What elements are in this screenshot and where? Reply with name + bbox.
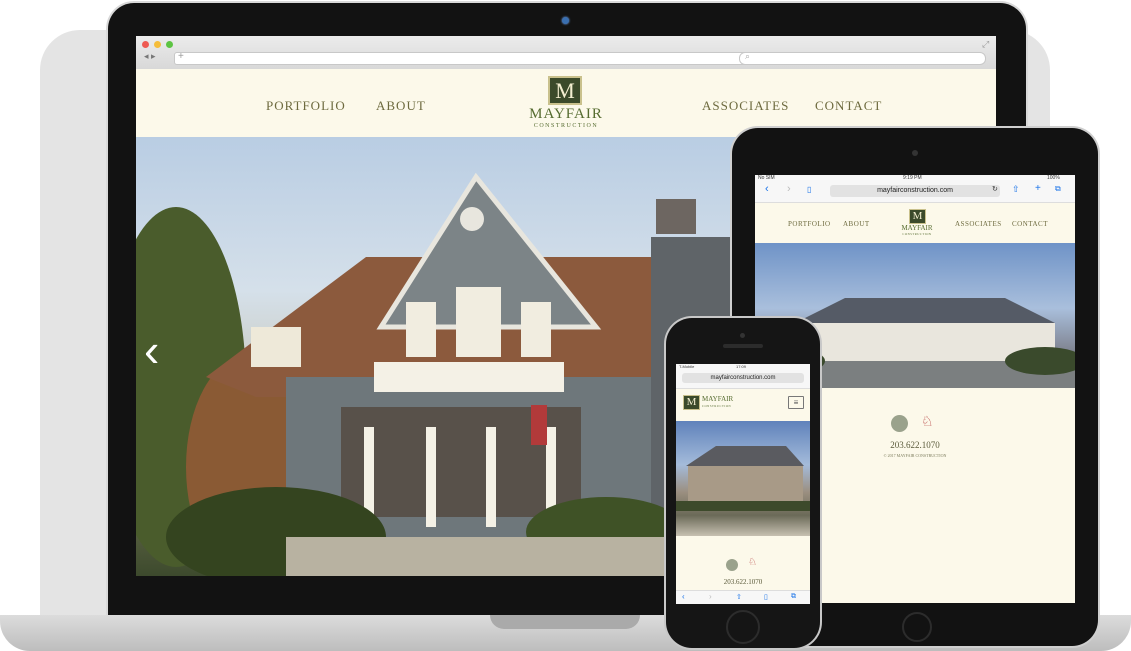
tablet-phone-number[interactable]: 203.622.1070: [855, 440, 975, 450]
phone-forward-icon[interactable]: ›: [709, 592, 712, 601]
new-tab-icon[interactable]: +: [1035, 183, 1041, 194]
phone-seal-icon: [726, 559, 738, 571]
nav-portfolio[interactable]: PORTFOLIO: [266, 98, 346, 114]
tablet-status-time: 9:19 PM: [903, 175, 922, 181]
reload-icon[interactable]: ↻: [992, 185, 998, 193]
tablet-figure-icon: ♘: [921, 413, 934, 429]
phone-screen: T-Mobile 17:09 mayfairconstruction.com M…: [676, 364, 810, 604]
phone-logo-name: MAYFAIR: [702, 395, 734, 403]
tablet-seal-icon: [891, 415, 908, 432]
back-arrow-icon[interactable]: ‹: [765, 183, 769, 195]
nav-associates[interactable]: ASSOCIATES: [702, 98, 789, 114]
phone-logo-mark[interactable]: M: [683, 395, 700, 410]
laptop-notch: [490, 615, 640, 629]
carousel-prev-button[interactable]: ‹: [144, 327, 159, 373]
phone-hero-photo: [676, 421, 810, 536]
back-forward-icon[interactable]: ◂ ▸: [144, 51, 156, 62]
tablet-home-button[interactable]: [902, 612, 932, 642]
nav-contact[interactable]: CONTACT: [815, 98, 882, 114]
share-icon[interactable]: ⇧: [1012, 184, 1020, 195]
phone-safari-bar: T-Mobile 17:09 mayfairconstruction.com: [676, 364, 810, 389]
nav-about[interactable]: ABOUT: [376, 98, 426, 114]
search-icon: ⌕: [745, 51, 751, 61]
tablet-logo-mark[interactable]: M: [909, 209, 926, 224]
search-field[interactable]: ⌕: [739, 51, 986, 65]
logo-mark[interactable]: M: [548, 76, 582, 105]
hamburger-menu-icon[interactable]: ≡: [788, 396, 804, 409]
tablet-logo-name: MAYFAIR: [901, 224, 933, 232]
tablet-address-bar[interactable]: mayfairconstruction.com: [830, 185, 1000, 197]
laptop-camera: [562, 17, 569, 24]
phone-status-time: 17:09: [736, 364, 747, 369]
minimize-window-dot[interactable]: [154, 41, 161, 48]
phone-speaker: [723, 344, 763, 348]
forward-arrow-icon[interactable]: ›: [787, 183, 791, 195]
bookmarks-icon[interactable]: ▯: [807, 185, 811, 194]
tablet-status-battery: 100%: [1047, 175, 1060, 181]
tabs-icon[interactable]: ⧉: [1055, 184, 1061, 194]
maximize-window-dot[interactable]: [166, 41, 173, 48]
tablet-status-carrier: No SIM: [758, 175, 775, 181]
fullscreen-icon[interactable]: ⤢: [982, 39, 989, 50]
phone-phone-number[interactable]: 203.622.1070: [696, 578, 790, 586]
tablet-nav-portfolio[interactable]: PORTFOLIO: [788, 220, 831, 228]
tablet-logo-subtitle: CONSTRUCTION: [902, 232, 932, 236]
phone-house-illustration: [676, 446, 810, 511]
phone-home-button[interactable]: [726, 610, 760, 644]
tablet-camera: [912, 150, 918, 156]
browser-toolbar: ◂ ▸ + ⌕ ⤢: [136, 36, 996, 70]
phone-bottom-toolbar: ‹ › ⇧ ▯ ⧉: [676, 590, 810, 604]
address-bar[interactable]: +: [174, 51, 766, 65]
tablet-nav-about[interactable]: ABOUT: [843, 220, 870, 228]
phone-bookmarks-icon[interactable]: ▯: [764, 593, 768, 601]
logo-name: MAYFAIR: [529, 106, 603, 122]
phone-share-icon[interactable]: ⇧: [736, 593, 742, 601]
new-tab-plus-icon[interactable]: +: [178, 51, 184, 62]
phone-address-bar[interactable]: mayfairconstruction.com: [682, 373, 804, 383]
tablet-copyright: © 2017 MAYFAIR CONSTRUCTION: [883, 453, 947, 458]
phone-frame: T-Mobile 17:09 mayfairconstruction.com M…: [666, 318, 820, 648]
phone-tabs-icon[interactable]: ⧉: [791, 593, 796, 601]
phone-figure-icon: ♘: [748, 557, 757, 568]
close-window-dot[interactable]: [142, 41, 149, 48]
tablet-safari-bar: No SIM 9:19 PM 100% ‹ › ▯ mayfairconstru…: [755, 175, 1075, 203]
phone-logo-subtitle: CONSTRUCTION: [702, 404, 732, 408]
site-header: PORTFOLIO ABOUT M MAYFAIR CONSTRUCTION A…: [136, 69, 996, 137]
phone-back-icon[interactable]: ‹: [682, 592, 685, 601]
phone-status-carrier: T-Mobile: [679, 364, 695, 369]
phone-camera: [740, 333, 745, 338]
tablet-nav-contact[interactable]: CONTACT: [1012, 220, 1048, 228]
logo-subtitle: CONSTRUCTION: [533, 123, 599, 129]
tablet-nav-associates[interactable]: ASSOCIATES: [955, 220, 1002, 228]
